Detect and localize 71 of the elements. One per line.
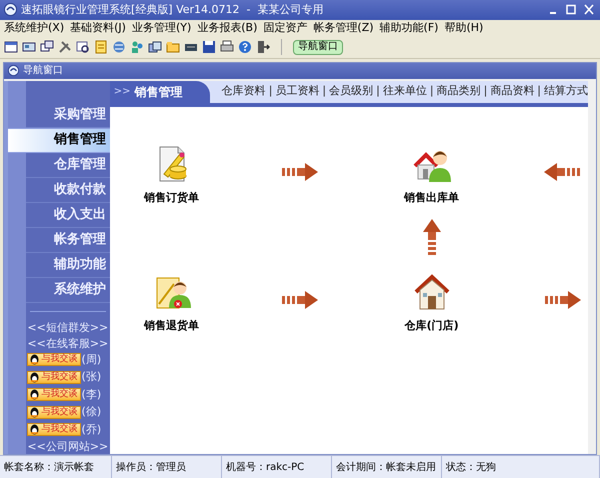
separator-text: |: [376, 83, 380, 100]
header-link[interactable]: 结算方式: [544, 83, 588, 100]
sidebar-link[interactable]: <<短信群发>>: [27, 320, 108, 335]
chevron-text: >>: [114, 85, 130, 100]
window-icon[interactable]: [4, 40, 18, 54]
arrow-icon: [282, 162, 318, 181]
chat-button[interactable]: 与我交谈: [26, 370, 81, 384]
menu-item[interactable]: 基础资料(J): [70, 20, 126, 37]
header-link[interactable]: 商品类别: [436, 83, 481, 100]
header-link[interactable]: 商品资料: [490, 83, 534, 100]
arrow-icon: [544, 290, 581, 309]
staff-name: (李): [82, 386, 102, 403]
help-icon[interactable]: [238, 40, 252, 54]
header-link[interactable]: 仓库资料: [222, 83, 266, 100]
menu-item[interactable]: 固定资产: [263, 20, 308, 37]
separator-text: |: [484, 83, 488, 100]
node-label[interactable]: 销售退货单: [144, 318, 200, 334]
header-link[interactable]: 往来单位: [382, 83, 427, 100]
floppy-icon[interactable]: [202, 40, 216, 54]
printer-icon[interactable]: [220, 40, 234, 54]
staff-name: (周): [82, 352, 102, 368]
navigation-window-button[interactable]: 导航窗口: [293, 40, 343, 55]
header-link[interactable]: 会员级别: [329, 83, 374, 100]
app-icon: [4, 3, 17, 16]
node-label[interactable]: 销售出库单: [404, 190, 460, 206]
sidebar-link[interactable]: <<在线客服>>: [27, 336, 108, 351]
chat-button[interactable]: 与我交谈: [26, 388, 81, 402]
node-label[interactable]: 仓库(门店): [404, 318, 459, 334]
separator-text: |: [537, 83, 541, 100]
menu-item[interactable]: 帐务管理(Z): [313, 20, 374, 37]
separator-text: |: [268, 83, 272, 100]
windows-icon[interactable]: [40, 40, 54, 54]
separator-text: |: [322, 83, 326, 100]
status-text: 帐套名称：演示帐套: [4, 460, 94, 475]
penguin-icon: [28, 406, 40, 418]
header-link[interactable]: 员工资料: [275, 83, 320, 100]
staff-name: (张): [82, 369, 102, 386]
menu-item[interactable]: 业务报表(B): [197, 20, 258, 37]
menu-item[interactable]: 业务管理(Y): [132, 20, 192, 37]
section-title: 销售管理: [134, 84, 182, 101]
card-icon[interactable]: [22, 40, 36, 54]
status-text: 会计期间：帐套未启用: [336, 460, 436, 475]
chat-button[interactable]: 与我交谈: [26, 406, 81, 419]
sidebar-item[interactable]: 销售管理: [8, 128, 110, 153]
maximize-icon[interactable]: [564, 4, 578, 16]
arrow-icon: [422, 218, 441, 255]
penguin-icon: [28, 389, 40, 400]
panel-title: 导航窗口: [23, 64, 63, 78]
status-text: 操作员：管理员: [116, 460, 186, 475]
staff-name: (徐): [82, 404, 102, 420]
arrow-icon: [544, 162, 580, 181]
separator-text: |: [430, 83, 434, 100]
node-label[interactable]: 销售订货单: [144, 190, 200, 206]
chat-button[interactable]: 与我交谈: [26, 353, 81, 366]
window-title: 速拓眼镜行业管理系统[经典版] Ver14.0712 - 某某公司专用: [21, 2, 324, 18]
sidebar-link[interactable]: <<公司网站>>: [27, 439, 108, 454]
status-text: 机器号：rakc-PC: [226, 460, 304, 475]
menu-item[interactable]: 系统维护(X): [4, 20, 64, 37]
status-text: 状态：无狗: [446, 460, 496, 475]
arrow-icon: [282, 290, 318, 309]
close-icon[interactable]: [582, 4, 596, 16]
staff-name: (乔): [82, 422, 102, 438]
menu-item[interactable]: 帮助(H): [444, 20, 484, 37]
app-icon: [8, 65, 19, 76]
chat-button[interactable]: 与我交谈: [26, 423, 81, 436]
menu-item[interactable]: 辅助功能(F): [380, 20, 438, 37]
penguin-icon: [28, 372, 40, 383]
folders-icon[interactable]: [148, 40, 162, 54]
exit-icon[interactable]: [256, 40, 270, 54]
penguin-icon: [28, 354, 40, 366]
penguin-icon: [28, 424, 40, 436]
